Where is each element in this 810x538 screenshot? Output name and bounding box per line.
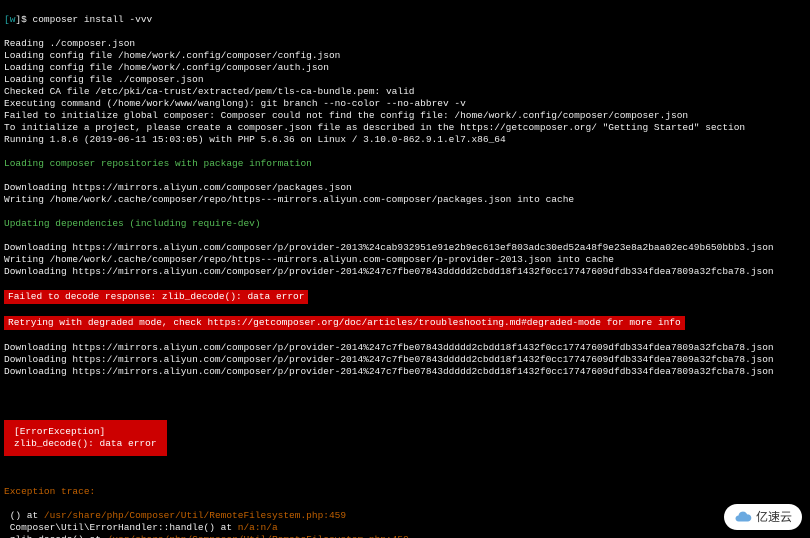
retry-line: Retrying with degraded mode, check https… [4,316,806,330]
output-line: Downloading https://mirrors.aliyun.com/c… [4,266,806,278]
output-line: Writing /home/work/.cache/composer/repo/… [4,254,806,266]
output-line: Downloading https://mirrors.aliyun.com/c… [4,182,806,194]
output-line: Reading ./composer.json [4,38,806,50]
output-line: Downloading https://mirrors.aliyun.com/c… [4,342,806,354]
output-line: Running 1.8.6 (2019-06-11 15:03:05) with… [4,134,806,146]
output-line: Writing /home/work/.cache/composer/repo/… [4,194,806,206]
error-exception-box: [ErrorException]zlib_decode(): data erro… [4,420,167,456]
error-line: Failed to decode response: zlib_decode()… [4,290,806,304]
output-line: Downloading https://mirrors.aliyun.com/c… [4,354,806,366]
output-line: Downloading https://mirrors.aliyun.com/c… [4,242,806,254]
terminal-output: [w]$ composer install -vvv Reading ./com… [0,0,810,538]
prompt-line: [w]$ composer install -vvv [4,14,806,26]
command-text: composer install -vvv [33,14,153,25]
trace-line: zlib_decode() at /usr/share/php/Composer… [4,534,806,538]
trace-line: Composer\Util\ErrorHandler::handle() at … [4,522,806,534]
trace-line: () at /usr/share/php/Composer/Util/Remot… [4,510,806,522]
output-line: To initialize a project, please create a… [4,122,806,134]
status-updating-deps: Updating dependencies (including require… [4,218,806,230]
output-line: Loading config file ./composer.json [4,74,806,86]
output-line: Loading config file /home/work/.config/c… [4,62,806,74]
cloud-icon [734,508,752,526]
output-line: Failed to initialize global composer: Co… [4,110,806,122]
output-line: Executing command (/home/work/www/wanglo… [4,98,806,110]
watermark-logo: 亿速云 [724,504,802,530]
output-line: Downloading https://mirrors.aliyun.com/c… [4,366,806,378]
status-loading-repos: Loading composer repositories with packa… [4,158,806,170]
output-line: Checked CA file /etc/pki/ca-trust/extrac… [4,86,806,98]
trace-header: Exception trace: [4,486,806,498]
output-line: Loading config file /home/work/.config/c… [4,50,806,62]
